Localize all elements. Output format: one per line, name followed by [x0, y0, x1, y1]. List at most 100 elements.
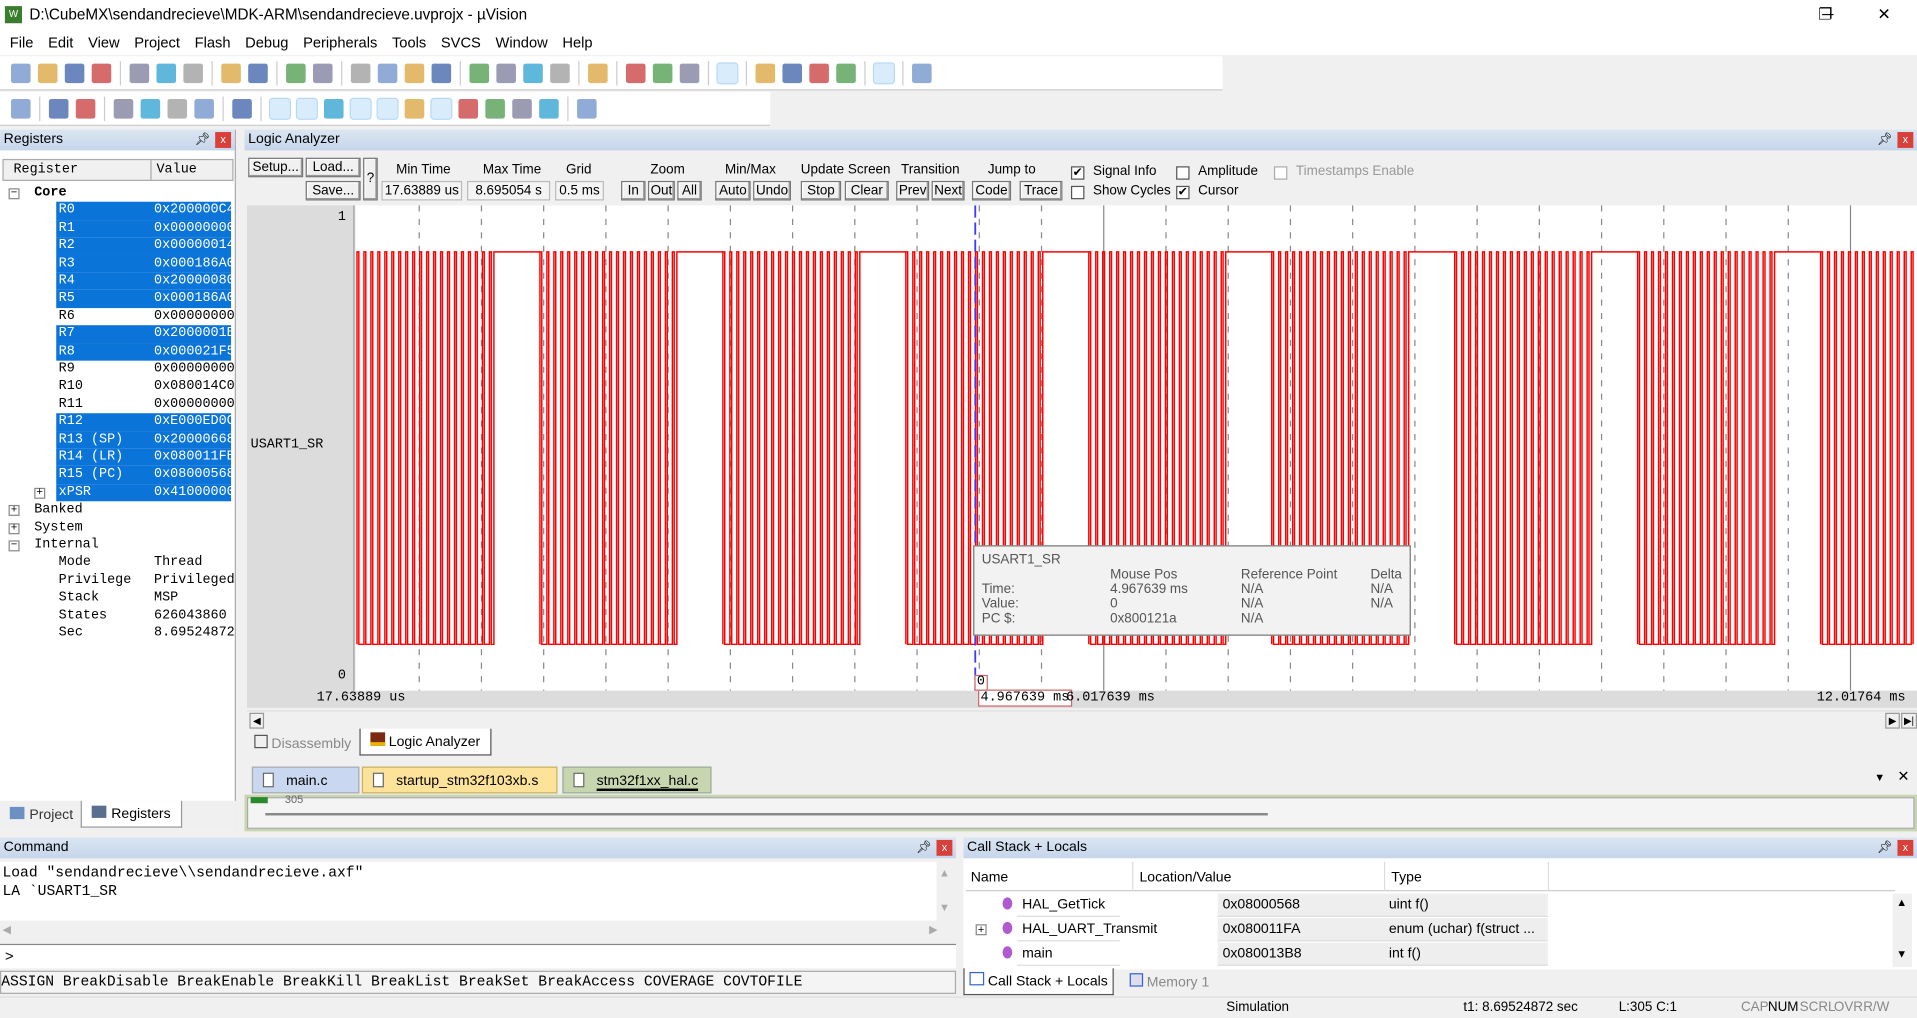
expand-icon[interactable]: + [975, 924, 987, 936]
clear-bookmarks-icon[interactable] [431, 62, 452, 83]
register-value[interactable]: 0xE000ED0C [154, 413, 235, 431]
configure-icon[interactable] [912, 62, 932, 83]
reset-icon[interactable] [11, 98, 31, 118]
scroll-left-button[interactable]: ◀ [249, 712, 265, 729]
register-row[interactable]: R15 (PC) 0x08000568 [0, 466, 235, 484]
redo-icon[interactable] [248, 62, 268, 83]
register-value[interactable]: 0x200000C4 [154, 202, 235, 220]
tab-startup[interactable]: startup_stm32f103xb.s [361, 766, 558, 794]
window-layout-icon[interactable] [872, 61, 895, 84]
menu-project[interactable]: Project [129, 34, 189, 51]
show-cycles-checkbox[interactable] [1070, 185, 1085, 200]
stop-icon[interactable] [75, 98, 96, 118]
register-row[interactable]: R13 (SP) 0x20000668 [0, 431, 235, 449]
tab-logic-analyzer[interactable]: Logic Analyzer [359, 728, 492, 756]
incremental-find-icon[interactable] [679, 62, 700, 83]
command-hscroll[interactable]: ◀ ▶ [0, 923, 956, 940]
kill-breakpoints-icon[interactable] [836, 62, 856, 83]
analysis-window-icon[interactable] [485, 98, 505, 118]
expand-icon[interactable]: + [8, 505, 20, 517]
system-viewer-icon[interactable] [539, 98, 559, 118]
close-panel-button[interactable]: x [215, 132, 232, 148]
close-panel-button[interactable]: x [1897, 132, 1914, 148]
save-icon[interactable] [64, 62, 85, 83]
register-row[interactable]: R5 0x000186A0 [0, 290, 235, 308]
pin-icon[interactable]: 📌︎ [1877, 130, 1893, 151]
register-value[interactable]: 0x20000668 [154, 431, 235, 449]
copy-icon[interactable] [156, 62, 177, 83]
combo-icon[interactable] [625, 62, 646, 83]
register-row[interactable]: R1 0x00000000 [0, 219, 235, 238]
undo-icon[interactable] [221, 62, 241, 83]
register-value[interactable]: 0x000186A0 [154, 290, 235, 308]
register-value[interactable]: 0x00000014 [154, 237, 235, 255]
register-value[interactable]: MSP [154, 590, 178, 608]
pin-icon[interactable]: 📌︎ [1877, 837, 1893, 858]
help-button[interactable]: ? [363, 157, 378, 201]
amplitude-checkbox[interactable] [1176, 166, 1190, 180]
register-row[interactable]: R7 0x2000001B [0, 325, 235, 344]
col-register[interactable]: Register [13, 160, 78, 180]
register-value[interactable]: 0x080011FB [154, 449, 235, 467]
uncomment-icon[interactable] [550, 62, 570, 83]
register-row[interactable]: + Banked [0, 501, 232, 519]
menu-help[interactable]: Help [557, 34, 602, 51]
register-row[interactable]: R11 0x00000000 [0, 396, 235, 414]
close-panel-button[interactable]: x [936, 839, 953, 856]
cursor-checkbox[interactable]: ✔ [1176, 185, 1190, 200]
scroll-up-icon[interactable]: ▲ [1896, 896, 1907, 908]
step-out-icon[interactable] [167, 98, 188, 118]
symbols-window-icon[interactable] [323, 98, 344, 118]
register-row[interactable]: R0 0x200000C4 [0, 202, 235, 220]
register-row[interactable]: States 626043860 [0, 607, 232, 625]
memory-window-icon[interactable] [430, 97, 453, 120]
menu-debug[interactable]: Debug [240, 34, 298, 51]
signal-info-checkbox[interactable]: ✔ [1070, 166, 1085, 180]
paste-icon[interactable] [183, 62, 203, 83]
register-row[interactable]: R8 0x000021F5 [0, 343, 235, 361]
col-name[interactable]: Name [971, 862, 1009, 894]
bookmark-icon[interactable] [350, 62, 371, 83]
call-stack-row[interactable]: HAL_GetTick 0x08000568 uint f() [966, 893, 1548, 918]
register-value[interactable]: 626043860 [154, 607, 227, 625]
next-button[interactable]: Next [931, 180, 965, 201]
close-editor-icon[interactable]: ✕ [1897, 768, 1909, 785]
run-to-cursor-icon[interactable] [194, 98, 214, 118]
undo-button[interactable]: Undo [753, 180, 792, 201]
register-value[interactable]: 0x2000001B [154, 325, 235, 343]
setup-button[interactable]: Setup... [248, 157, 304, 178]
disable-breakpoint-icon[interactable] [782, 62, 803, 83]
new-file-icon[interactable] [11, 62, 31, 83]
code-button[interactable]: Code [971, 180, 1012, 201]
load-button[interactable]: Load... [305, 157, 361, 178]
scroll-right-button[interactable]: ▶ [1885, 712, 1900, 729]
register-row[interactable]: R2 0x00000014 [0, 237, 235, 256]
enable-breakpoints-icon[interactable] [809, 62, 829, 83]
tab-disassembly[interactable]: Disassembly [245, 731, 361, 758]
command-input[interactable]: > [0, 943, 957, 969]
horizontal-scrollbar[interactable]: ◀ ▶ ▶| [246, 710, 1917, 729]
serial-window-icon[interactable] [458, 98, 479, 118]
cut-icon[interactable] [129, 62, 150, 83]
show-next-statement-icon[interactable] [232, 98, 252, 118]
comment-icon[interactable] [523, 62, 543, 83]
tab-main-c[interactable]: main.c [251, 766, 360, 794]
timestamps-checkbox[interactable] [1273, 166, 1288, 180]
menu-file[interactable]: File [5, 34, 43, 51]
call-stack-row[interactable]: main 0x080013B8 int f() [966, 942, 1548, 967]
register-value[interactable]: 0x00000000 [154, 396, 235, 414]
register-value[interactable]: 0x080014C0 [154, 378, 235, 396]
tab-stm32f1xx-hal[interactable]: stm32f1xx_hal.c [562, 766, 712, 794]
scroll-down-icon[interactable]: ▼ [1896, 947, 1907, 959]
register-row[interactable]: R4 0x20000080 [0, 272, 235, 291]
register-value[interactable]: Thread [154, 554, 202, 572]
register-value[interactable]: 0x08000568 [154, 466, 235, 484]
pin-icon[interactable]: 📌︎ [916, 837, 932, 858]
run-icon[interactable] [48, 98, 69, 118]
stop-button[interactable]: Stop [800, 180, 842, 201]
zoom-out-button[interactable]: Out [647, 180, 675, 201]
collapse-icon[interactable]: − [8, 188, 20, 200]
prev-bookmark-icon[interactable] [377, 62, 398, 83]
tab-registers[interactable]: Registers [80, 800, 182, 828]
register-value[interactable]: Privileged [154, 572, 235, 590]
